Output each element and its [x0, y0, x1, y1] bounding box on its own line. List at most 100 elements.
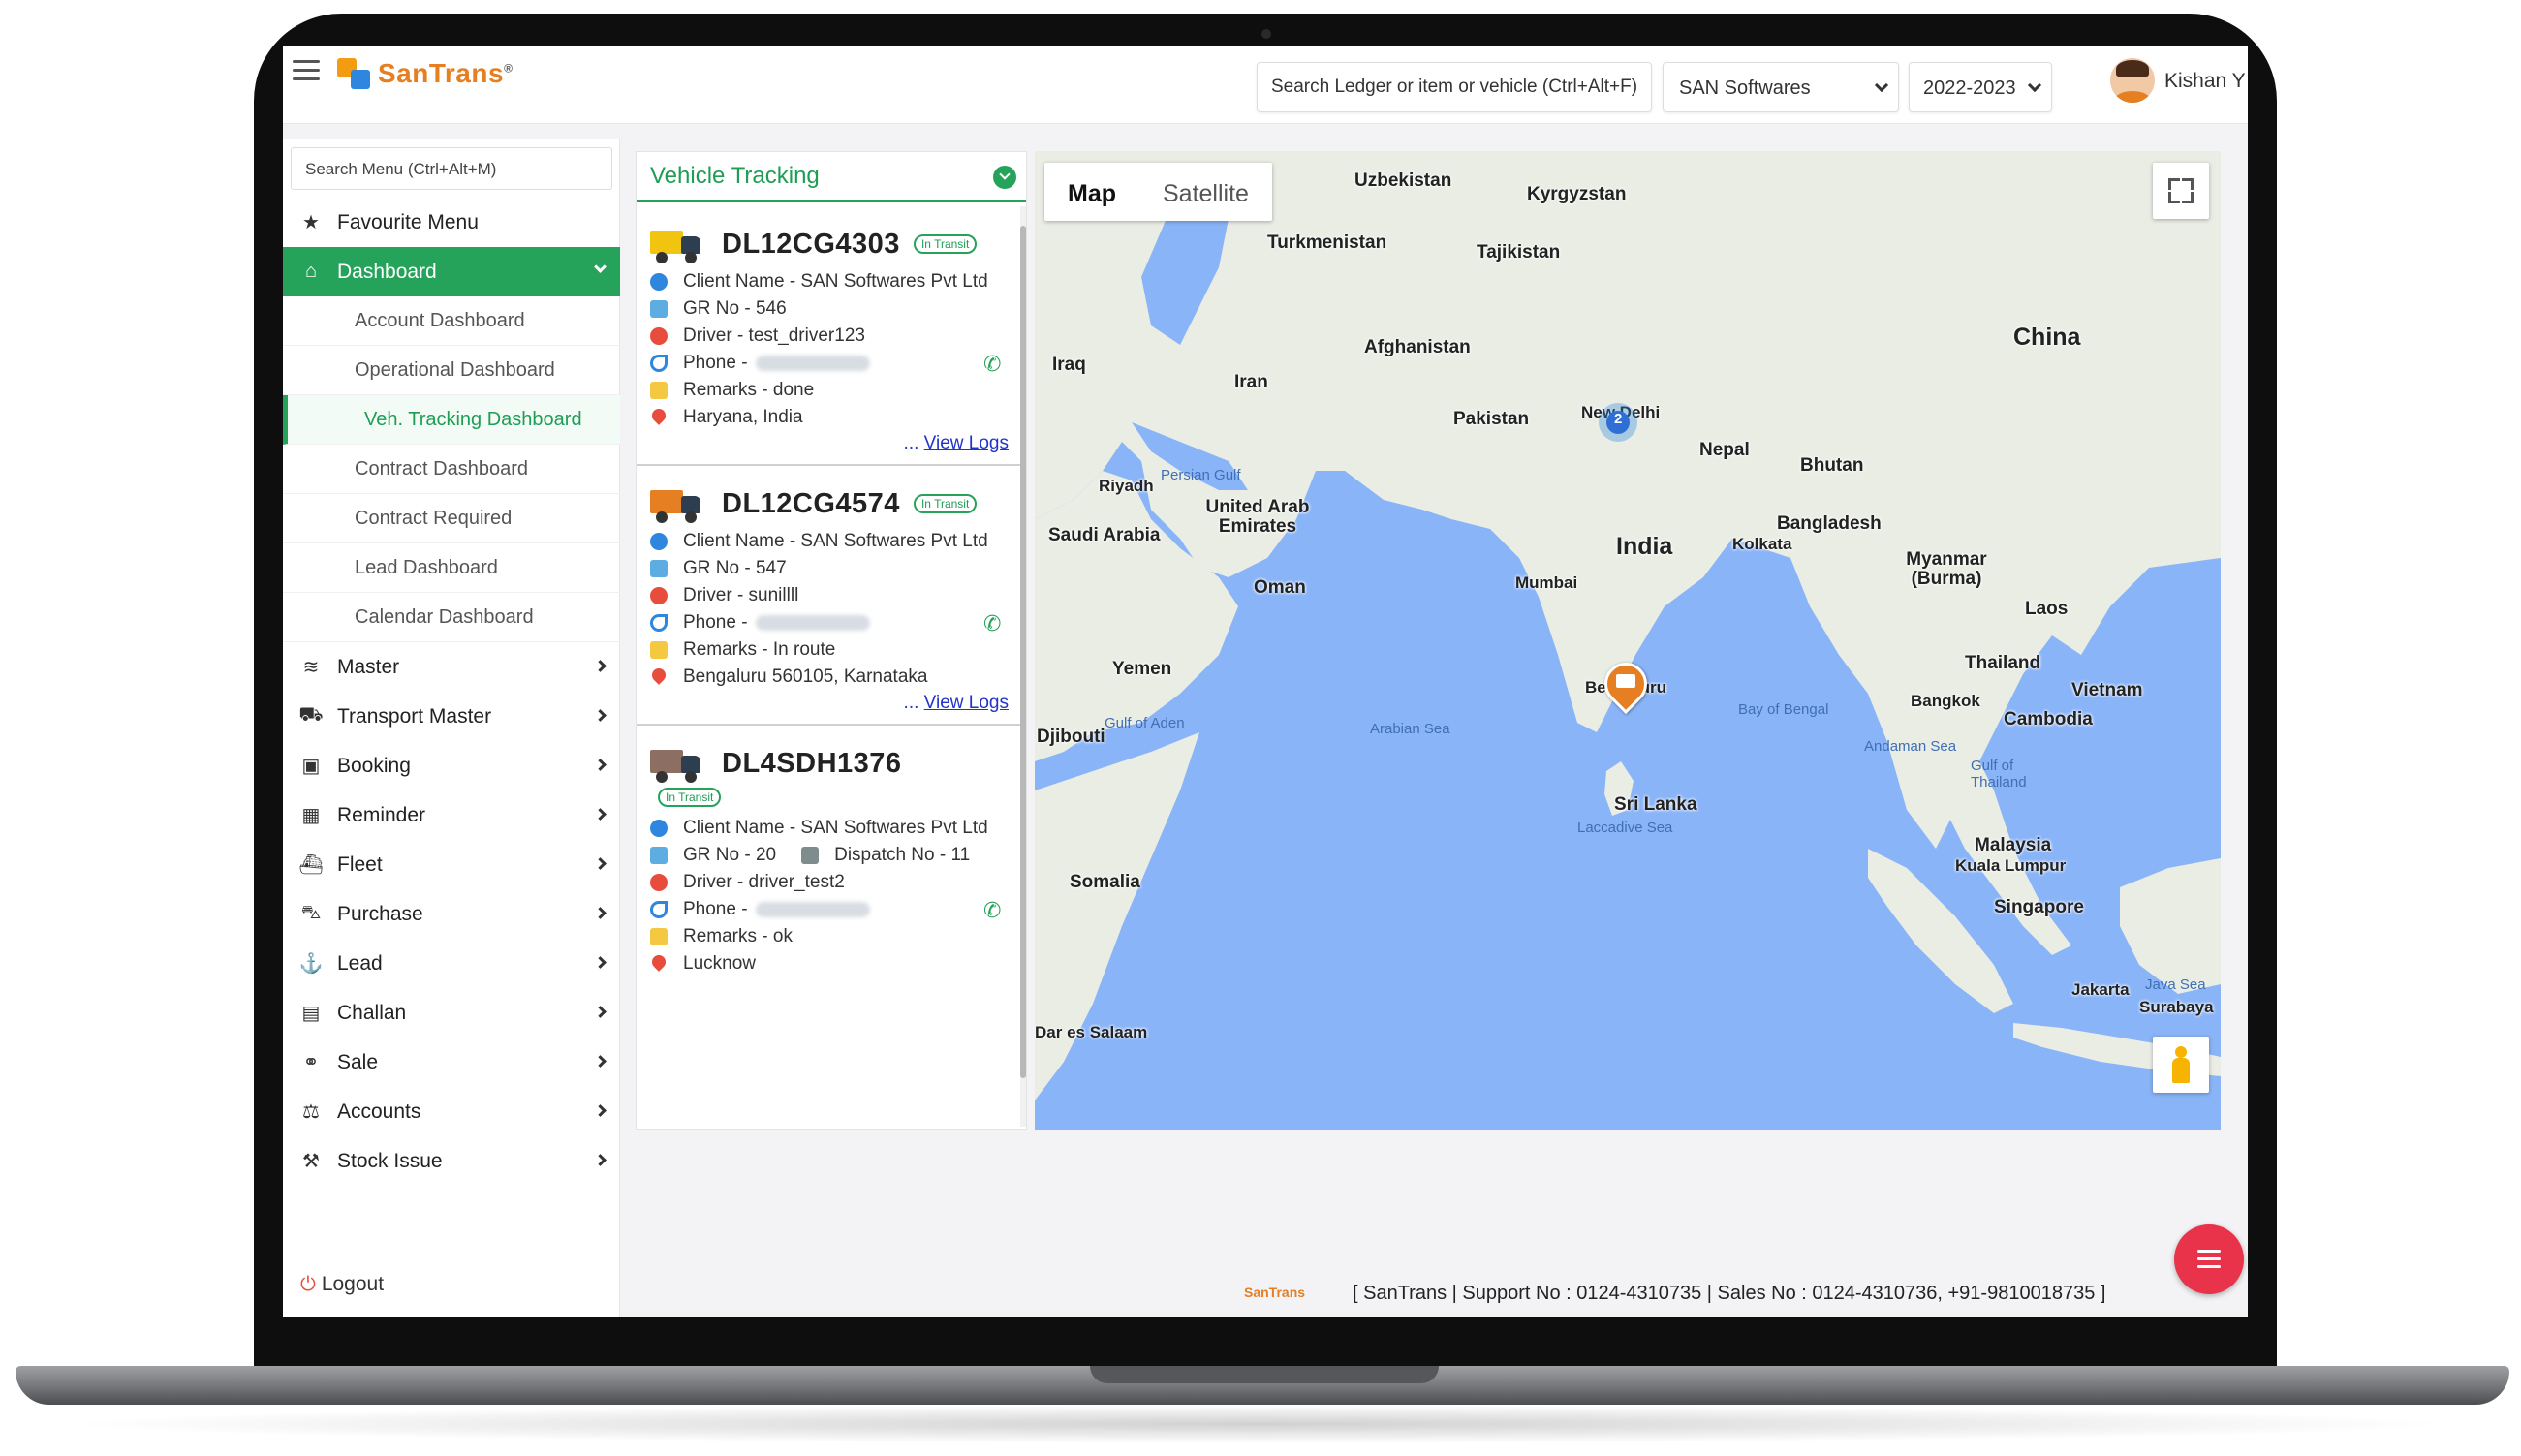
chevron-right-icon — [594, 660, 607, 672]
sidebar-subitem-operational-dashboard[interactable]: Operational Dashboard — [283, 346, 620, 395]
chevron-right-icon — [594, 907, 607, 919]
power-icon: ⏻ — [300, 1273, 316, 1295]
sidebar-item-dashboard[interactable]: ⌂ Dashboard — [283, 247, 620, 296]
sidebar-item-label: Transport Master — [337, 704, 492, 728]
sidebar-subitem-contract-dashboard[interactable]: Contract Dashboard — [283, 445, 620, 494]
map-label: Jakarta — [2071, 980, 2130, 999]
star-icon: ★ — [302, 212, 320, 233]
sidebar-item-accounts[interactable]: ⚖ Accounts — [283, 1087, 620, 1136]
year-select[interactable]: 2022-2023 — [1909, 62, 2052, 112]
map-label: Turkmenistan — [1267, 232, 1387, 253]
map-view[interactable]: Uzbekistan Kyrgyzstan Turkmenistan Tajik… — [1035, 151, 2221, 1130]
vehicle-list-scrollbar[interactable] — [1020, 206, 1026, 1127]
location: Lucknow — [683, 953, 756, 974]
vehicle-list[interactable]: DL12CG4303 In Transit Client Name - SAN … — [637, 206, 1022, 1127]
street-view-pegman-icon[interactable] — [2153, 1037, 2209, 1093]
truck-icon — [650, 225, 704, 263]
sidebar-item-transport-master[interactable]: ⛟ Transport Master — [283, 692, 620, 741]
ledger-search-input[interactable]: Search Ledger or item or vehicle (Ctrl+A… — [1257, 62, 1652, 112]
cluster-count: 2 — [1614, 411, 1623, 427]
map-label: Kyrgyzstan — [1527, 184, 1627, 204]
company-select[interactable]: SAN Softwares — [1663, 62, 1899, 112]
vehicle-number: DL12CG4303 — [722, 228, 900, 260]
view-logs-label: View Logs — [923, 693, 1009, 713]
user-name[interactable]: Kishan Y — [2164, 70, 2246, 93]
company-select-value: SAN Softwares — [1679, 77, 1811, 99]
client-name: Client Name - SAN Softwares Pvt Ltd — [683, 271, 988, 292]
sidebar-subitem-lead-dashboard[interactable]: Lead Dashboard — [283, 543, 620, 593]
sidebar-item-favourite[interactable]: ★ Favourite Menu — [283, 198, 620, 247]
fab-menu-button[interactable] — [2174, 1224, 2244, 1294]
dispatch-number: Dispatch No - 11 — [834, 845, 971, 865]
map-type-map[interactable]: Map — [1044, 163, 1139, 221]
map-type-control: Map Satellite — [1044, 163, 1272, 221]
view-logs-link[interactable]: ... View Logs — [650, 433, 1009, 454]
map-label: Oman — [1254, 577, 1306, 598]
location-pin-icon — [649, 952, 669, 972]
map-label: Tajikistan — [1477, 242, 1561, 263]
location-pin-icon — [649, 666, 669, 685]
cart-icon: ⛍ — [300, 902, 322, 923]
top-bar: SanTrans® Search Ledger or item or vehic… — [283, 46, 2248, 124]
year-select-value: 2022-2023 — [1923, 77, 2016, 99]
vehicle-card[interactable]: DL12CG4303 In Transit Client Name - SAN … — [637, 206, 1022, 466]
sidebar-item-challan[interactable]: ▤ Challan — [283, 988, 620, 1038]
sidebar-item-lead[interactable]: ⚓ Lead — [283, 939, 620, 988]
view-logs-link[interactable]: ... View Logs — [650, 693, 1009, 714]
brand-logo[interactable]: SanTrans® — [337, 54, 513, 93]
calendar-check-icon: ▣ — [301, 756, 321, 777]
chevron-right-icon — [594, 1006, 607, 1018]
laptop-notch — [1090, 1366, 1439, 1383]
sidebar-item-sale[interactable]: ⚭ Sale — [283, 1038, 620, 1087]
map-label: Arabian Sea — [1370, 721, 1450, 737]
menu-search-input[interactable]: Search Menu (Ctrl+Alt+M) — [291, 147, 612, 190]
home-icon: ⌂ — [304, 261, 318, 282]
call-icon[interactable]: ✆ — [983, 613, 1005, 635]
sidebar-subitem-contract-required[interactable]: Contract Required — [283, 494, 620, 543]
map-label: Dar es Salaam — [1035, 1023, 1148, 1041]
footer-support-text: [ SanTrans | Support No : 0124-4310735 |… — [1353, 1283, 2106, 1304]
database-icon: ≋ — [302, 657, 320, 678]
call-icon[interactable]: ✆ — [983, 900, 1005, 921]
map-label: Kuala Lumpur — [1955, 856, 2067, 875]
location: Bengaluru 560105, Karnataka — [683, 666, 928, 687]
map-label: Somalia — [1070, 872, 1140, 892]
logout-label: Logout — [321, 1273, 385, 1295]
location-pin-icon — [649, 406, 669, 425]
driver-name: Driver - driver_test2 — [683, 872, 845, 892]
sidebar-item-booking[interactable]: ▣ Booking — [283, 741, 620, 790]
vehicle-card[interactable]: DL12CG4574 In Transit Client Name - SAN … — [637, 466, 1022, 726]
vehicle-card[interactable]: DL4SDH1376 In Transit Client Name - SAN … — [637, 726, 1022, 987]
chevron-right-icon — [594, 808, 607, 821]
sidebar-item-label: Fleet — [337, 852, 383, 876]
book-icon: ▤ — [301, 1003, 321, 1024]
hamburger-icon[interactable] — [293, 60, 320, 83]
phone-label: Phone - — [683, 612, 748, 633]
vehicle-tracking-panel: Vehicle Tracking DL12CG4303 In Transit C… — [636, 151, 1027, 1130]
sidebar-item-fleet[interactable]: ⛴ Fleet — [283, 840, 620, 889]
map-label: Uzbekistan — [1354, 170, 1452, 191]
call-icon[interactable]: ✆ — [983, 354, 1005, 375]
map-type-satellite[interactable]: Satellite — [1139, 163, 1272, 221]
vehicle-tracking-header: Vehicle Tracking — [637, 152, 1026, 202]
fullscreen-icon[interactable] — [2153, 163, 2209, 219]
sidebar-item-purchase[interactable]: ⛍ Purchase — [283, 889, 620, 939]
sidebar-item-reminder[interactable]: ▦ Reminder — [283, 790, 620, 840]
sidebar-subitem-veh-tracking-dashboard[interactable]: Veh. Tracking Dashboard — [283, 395, 620, 445]
client-icon — [650, 533, 668, 550]
app-screen: SanTrans® Search Ledger or item or vehic… — [283, 46, 2248, 1317]
sidebar-item-master[interactable]: ≋ Master — [283, 642, 620, 692]
map-label: Surabaya — [2139, 998, 2214, 1016]
sidebar-subitem-account-dashboard[interactable]: Account Dashboard — [283, 296, 620, 346]
sidebar-item-stock-issue[interactable]: ⚒ Stock Issue — [283, 1136, 620, 1186]
chevron-right-icon — [594, 857, 607, 870]
driver-name: Driver - test_driver123 — [683, 325, 865, 346]
logout-button[interactable]: ⏻ Logout — [300, 1273, 384, 1296]
collapse-toggle-icon[interactable] — [993, 166, 1016, 189]
avatar[interactable] — [2110, 58, 2155, 103]
sidebar-subitem-calendar-dashboard[interactable]: Calendar Dashboard — [283, 593, 620, 642]
chevron-down-icon — [2027, 77, 2042, 93]
map-label: United Arab Emirates — [1205, 497, 1310, 537]
redacted-phone — [755, 615, 870, 631]
chevron-right-icon — [594, 1055, 607, 1068]
